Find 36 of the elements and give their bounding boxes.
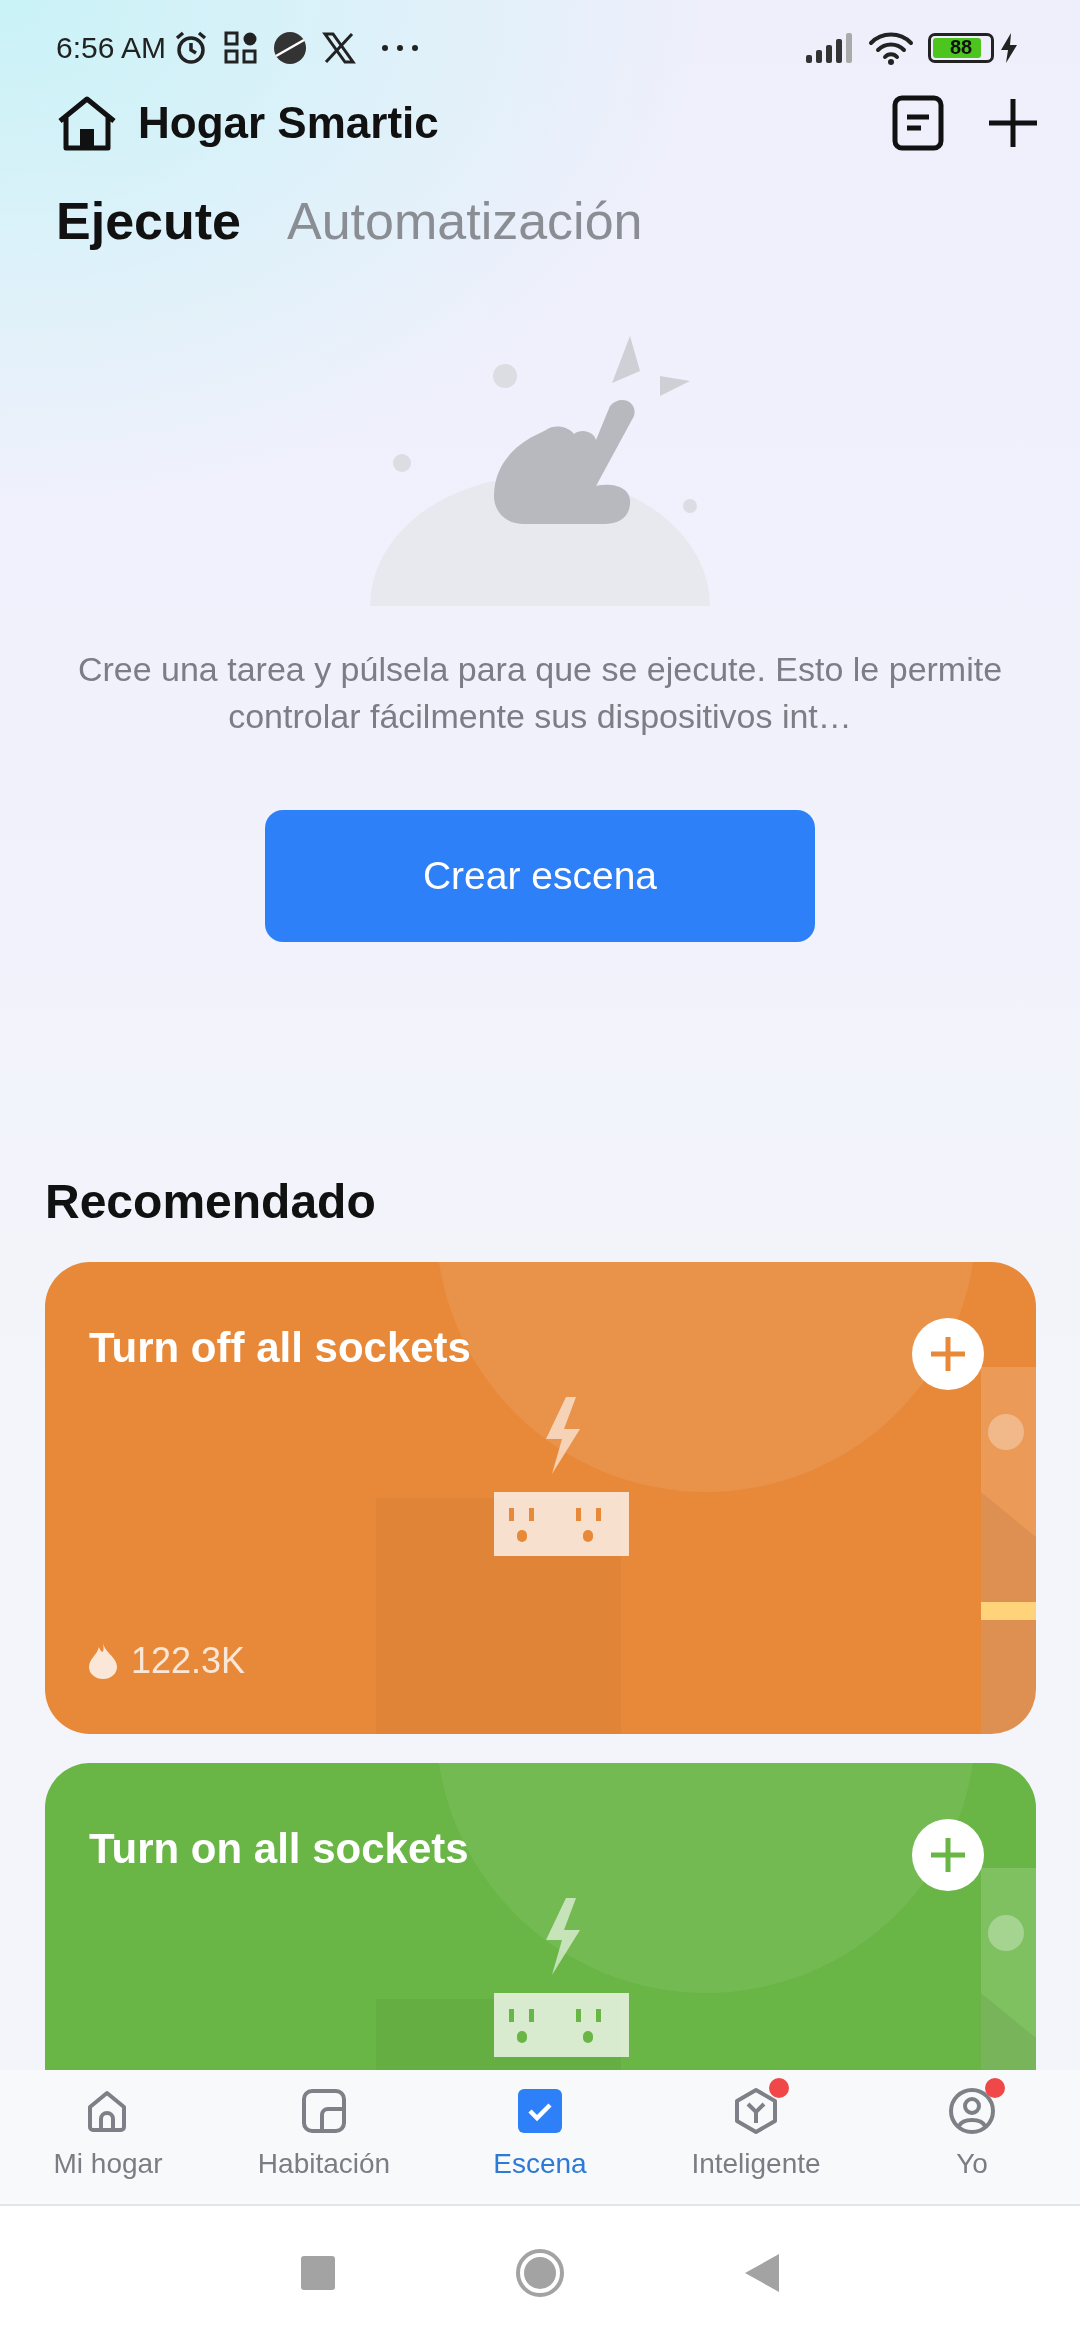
tab[interactable]: Automatización [287, 191, 643, 251]
home-title: Hogar Smartic [138, 98, 440, 148]
planet-icon [272, 29, 309, 66]
nav-tab[interactable]: Mi hogar [0, 2070, 216, 2204]
more-icon [380, 42, 421, 53]
usage-count: 122.3K [131, 1640, 246, 1682]
charging-bolt-icon [1000, 32, 1018, 63]
section-title: Recomendado [45, 1174, 377, 1229]
checkbox-icon [515, 2086, 565, 2136]
empty-state-message: Cree una tarea y púlsela para que se ejecute. Esto le permite controlar fácilmente sus dispositivos int… [76, 649, 1004, 737]
scene-card[interactable]: Turn off all sockets 122.3K [45, 1262, 1036, 1734]
scene-title: Turn off all sockets [89, 1324, 471, 1372]
back-button[interactable] [745, 2254, 779, 2292]
clock-time: 6:56 AM [56, 30, 167, 65]
nav-tab[interactable]: Escena [432, 2070, 648, 2204]
nav-tab[interactable]: Habitación [216, 2070, 432, 2204]
nav-tab[interactable]: Inteligente [648, 2070, 864, 2204]
home-icon [56, 95, 118, 151]
create-scene-button[interactable]: Crear escena [265, 810, 815, 942]
nav-tab[interactable]: Yo [864, 2070, 1080, 2204]
add-icon[interactable] [986, 96, 1040, 150]
scene-card[interactable]: Turn on all sockets [45, 1763, 1036, 2070]
plus-icon [928, 1334, 968, 1374]
scene-title: Turn on all sockets [89, 1825, 469, 1873]
plus-icon [928, 1835, 968, 1875]
cross-icon [322, 31, 357, 64]
flame-icon [89, 1643, 117, 1679]
room-icon [299, 2086, 349, 2136]
home-button[interactable] [515, 2248, 565, 2298]
log-icon[interactable] [892, 95, 944, 151]
apps-grid-icon [224, 30, 259, 65]
signal-icon [806, 32, 854, 63]
tab[interactable]: Ejecute [56, 191, 241, 251]
battery-level: 88 [949, 36, 973, 59]
profile-icon [947, 2086, 997, 2136]
wifi-icon [868, 30, 914, 65]
